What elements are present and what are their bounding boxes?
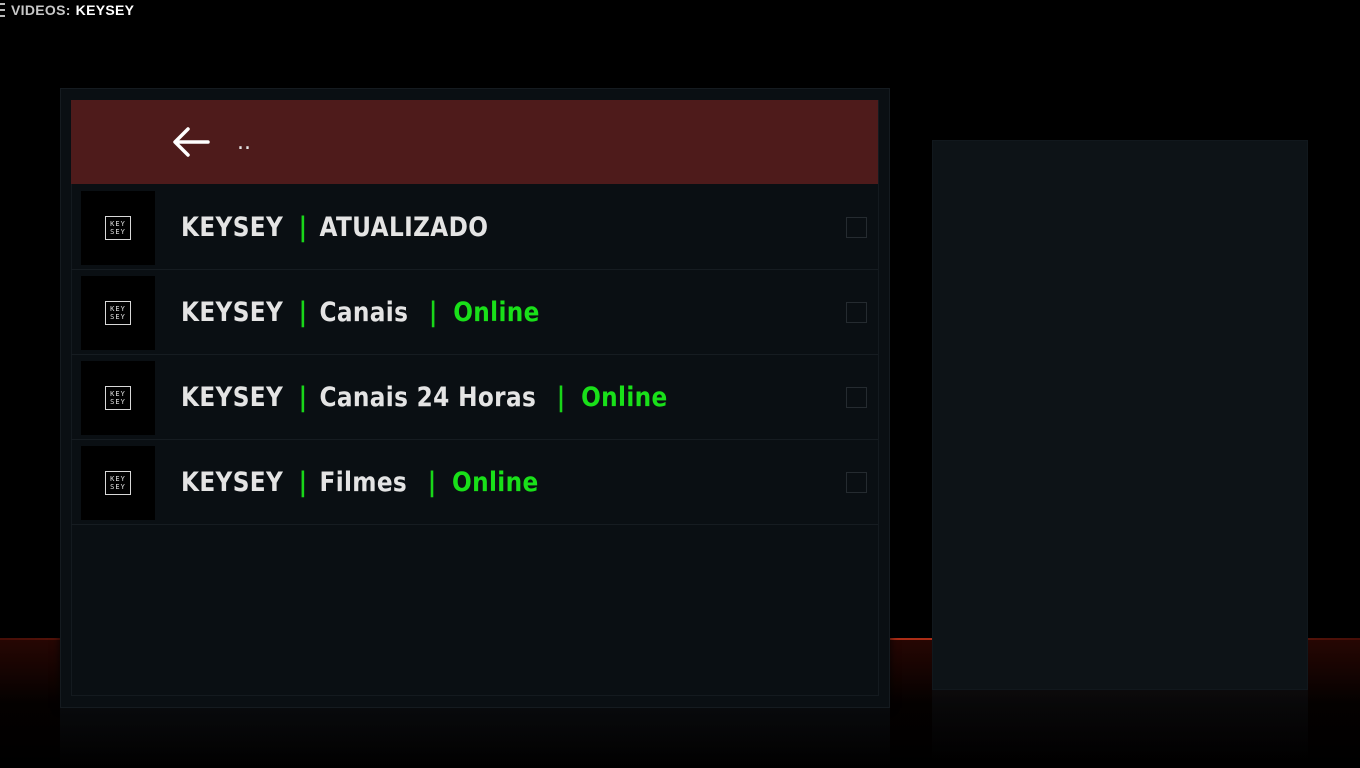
- addon-name: KEYSEY: [181, 382, 284, 413]
- separator: |: [298, 212, 308, 243]
- breadcrumb: VIDEOS: KEYSEY: [0, 0, 134, 20]
- addon-name: KEYSEY: [181, 467, 284, 498]
- breadcrumb-current: KEYSEY: [75, 2, 135, 18]
- keysey-logo: KEY SEY: [105, 471, 131, 495]
- separator: |: [427, 467, 437, 498]
- separator: |: [298, 467, 308, 498]
- addon-list: KEY SEY KEYSEY | ATUALIZADO KEY SEY KEYSEY…: [71, 185, 878, 525]
- status-label: Online: [453, 297, 540, 328]
- keysey-logo-thumbnail: KEY SEY: [81, 191, 155, 265]
- keysey-logo-thumbnail: KEY SEY: [81, 446, 155, 520]
- info-panel-reflection: [932, 690, 1308, 760]
- keysey-logo: KEY SEY: [105, 301, 131, 325]
- category-label: Canais 24 Horas: [319, 382, 537, 413]
- list-item[interactable]: KEY SEY KEYSEY | Filmes | Online: [71, 440, 878, 525]
- parent-folder-item[interactable]: ..: [71, 100, 878, 184]
- watched-checkbox[interactable]: [846, 387, 867, 408]
- status-label: Online: [452, 467, 539, 498]
- keysey-logo: KEY SEY: [105, 386, 131, 410]
- list-item[interactable]: KEY SEY KEYSEY | ATUALIZADO: [71, 185, 878, 270]
- menu-icon[interactable]: [0, 0, 6, 20]
- media-browser-screen: VIDEOS: KEYSEY .. KEY SEY KEYSEY | ATUALIZ…: [0, 0, 1360, 768]
- separator: |: [298, 297, 308, 328]
- keysey-logo: KEY SEY: [105, 216, 131, 240]
- watched-checkbox[interactable]: [846, 302, 867, 323]
- list-item-label: KEYSEY | Canais | Online: [181, 298, 540, 328]
- category-label: ATUALIZADO: [319, 212, 489, 243]
- breadcrumb-section: VIDEOS:: [11, 2, 71, 18]
- keysey-logo-thumbnail: KEY SEY: [81, 276, 155, 350]
- addon-name: KEYSEY: [181, 297, 284, 328]
- keysey-logo-thumbnail: KEY SEY: [81, 361, 155, 435]
- list-item[interactable]: KEY SEY KEYSEY | Canais | Online: [71, 270, 878, 355]
- addon-name: KEYSEY: [181, 212, 284, 243]
- category-label: Filmes: [319, 467, 408, 498]
- parent-folder-label: ..: [237, 130, 251, 155]
- separator: |: [556, 382, 566, 413]
- separator: |: [428, 297, 438, 328]
- watched-checkbox[interactable]: [846, 472, 867, 493]
- list-item-label: KEYSEY | Canais 24 Horas | Online: [181, 383, 668, 413]
- panel-reflection: [60, 708, 890, 768]
- list-item-label: KEYSEY | ATUALIZADO: [181, 213, 488, 243]
- status-label: Online: [581, 382, 668, 413]
- category-label: Canais: [319, 297, 409, 328]
- back-arrow-icon: [173, 127, 210, 157]
- list-item-label: KEYSEY | Filmes | Online: [181, 468, 539, 498]
- separator: |: [298, 382, 308, 413]
- watched-checkbox[interactable]: [846, 217, 867, 238]
- list-item[interactable]: KEY SEY KEYSEY | Canais 24 Horas | Online: [71, 355, 878, 440]
- info-panel: [932, 140, 1308, 690]
